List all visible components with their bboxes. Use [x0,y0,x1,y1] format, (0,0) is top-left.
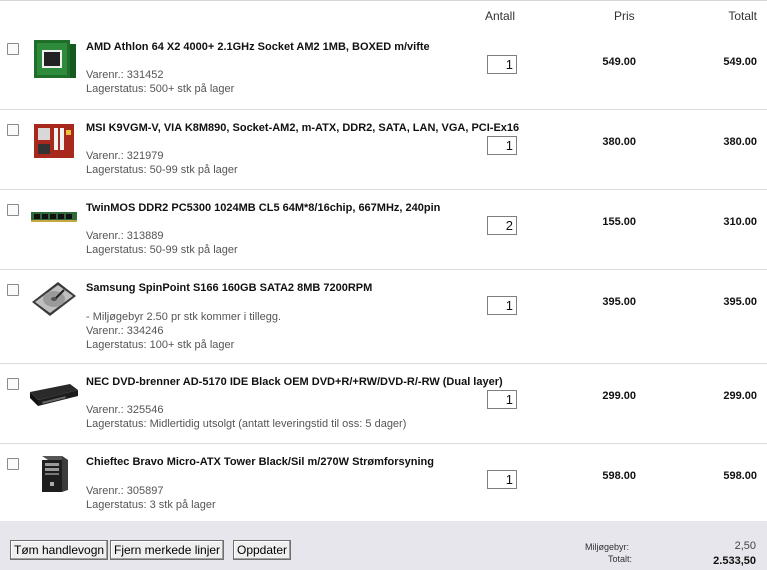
quantity-input[interactable]: 1 [487,390,517,409]
unit-price: 155.00 [602,216,636,228]
select-checkbox[interactable] [7,124,19,136]
product-lagerstatus: Lagerstatus: 50-99 stk på lager [86,164,238,176]
hard-drive-icon [32,282,76,316]
product-name[interactable]: MSI K9VGM-V, VIA K8M890, Socket-AM2, m-A… [86,122,519,134]
product-name[interactable]: TwinMOS DDR2 PC5300 1024MB CL5 64M*8/16c… [86,202,440,214]
cart-row: Chieftec Bravo Micro-ATX Tower Black/Sil… [0,444,767,521]
unit-price: 380.00 [602,136,636,148]
select-checkbox[interactable] [7,458,19,470]
cart-row: NEC DVD-brenner AD-5170 IDE Black OEM DV… [0,364,767,444]
quantity-input[interactable]: 1 [487,136,517,155]
product-lagerstatus: Lagerstatus: Midlertidig utsolgt (antatt… [86,418,407,430]
miljogebyr-label: Miljøgebyr: [585,542,630,552]
product-varenr: Varenr.: 325546 [86,404,164,416]
product-name[interactable]: NEC DVD-brenner AD-5170 IDE Black OEM DV… [86,376,503,388]
line-total: 380.00 [723,136,757,148]
cart-row: Samsung SpinPoint S166 160GB SATA2 8MB 7… [0,270,767,364]
product-name[interactable]: Chieftec Bravo Micro-ATX Tower Black/Sil… [86,456,434,468]
product-lagerstatus: Lagerstatus: 50-99 stk på lager [86,244,238,256]
product-lagerstatus: Lagerstatus: 100+ stk på lager [86,339,235,351]
empty-cart-button[interactable]: Tøm handlevogn [10,540,109,560]
line-total: 395.00 [723,296,757,308]
total-value: 2.533,50 [713,555,756,567]
line-total: 310.00 [723,216,757,228]
product-note: - Miljøgebyr 2.50 pr stk kommer i tilleg… [86,311,281,323]
pc-tower-icon [42,456,68,492]
quantity-input[interactable]: 1 [487,55,517,74]
product-varenr: Varenr.: 305897 [86,485,164,497]
unit-price: 299.00 [602,390,636,402]
select-checkbox[interactable] [7,378,19,390]
top-divider [0,0,767,1]
product-varenr: Varenr.: 321979 [86,150,164,162]
unit-price: 549.00 [602,56,636,68]
dvd-drive-icon [30,384,78,406]
quantity-input[interactable]: 2 [487,216,517,235]
select-checkbox[interactable] [7,284,19,296]
line-total: 549.00 [723,56,757,68]
total-label: Totalt: [608,554,633,564]
column-header-pris: Pris [614,9,635,23]
product-lagerstatus: Lagerstatus: 3 stk på lager [86,499,216,511]
product-name[interactable]: AMD Athlon 64 X2 4000+ 2.1GHz Socket AM2… [86,41,430,53]
quantity-input[interactable]: 1 [487,470,517,489]
cart-row: AMD Athlon 64 X2 4000+ 2.1GHz Socket AM2… [0,28,767,110]
product-lagerstatus: Lagerstatus: 500+ stk på lager [86,83,235,95]
line-total: 299.00 [723,390,757,402]
column-header-totalt: Totalt [728,9,757,23]
select-checkbox[interactable] [7,204,19,216]
product-varenr: Varenr.: 331452 [86,69,164,81]
column-header-antall: Antall [485,9,516,23]
motherboard-icon [34,124,74,158]
miljogebyr-value: 2,50 [734,540,756,552]
cart-row: MSI K9VGM-V, VIA K8M890, Socket-AM2, m-A… [0,110,767,190]
cart-footer: Tøm handlevogn Fjern merkede linjer Oppd… [0,521,767,570]
unit-price: 598.00 [602,470,636,482]
product-name[interactable]: Samsung SpinPoint S166 160GB SATA2 8MB 7… [86,282,372,294]
update-button[interactable]: Oppdater [233,540,292,560]
quantity-input[interactable]: 1 [487,296,517,315]
unit-price: 395.00 [602,296,636,308]
select-checkbox[interactable] [7,43,19,55]
remove-selected-button[interactable]: Fjern merkede linjer [110,540,225,560]
cart-row: TwinMOS DDR2 PC5300 1024MB CL5 64M*8/16c… [0,190,767,270]
product-varenr: Varenr.: 334246 [86,325,164,337]
product-varenr: Varenr.: 313889 [86,230,164,242]
ram-icon [31,212,77,222]
line-total: 598.00 [723,470,757,482]
cpu-box-icon [34,40,76,78]
